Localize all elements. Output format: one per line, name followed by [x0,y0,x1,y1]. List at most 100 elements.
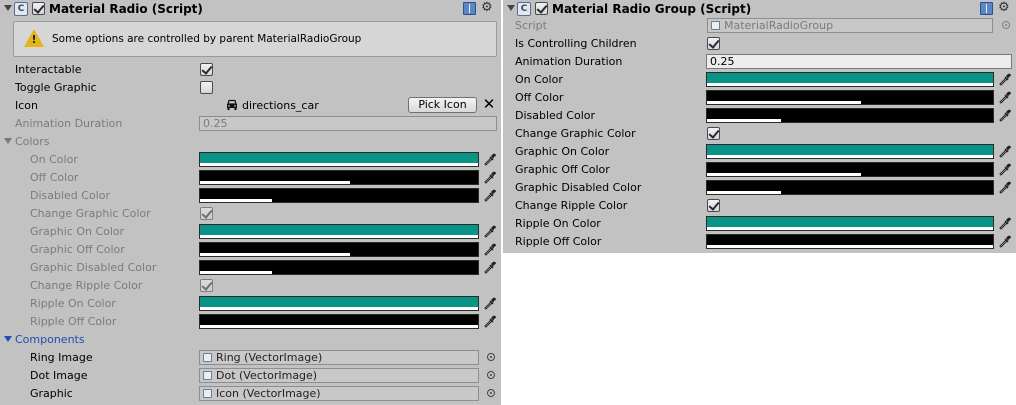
eyedropper-icon[interactable] [483,170,497,185]
vector-image-icon [203,371,212,380]
change-ripple-color-checkbox[interactable] [707,199,720,212]
eyedropper-icon[interactable] [483,260,497,275]
change-graphic-color-checkbox[interactable] [707,127,720,140]
interactable-row: Interactable [0,61,501,79]
graphic-field[interactable]: Icon (VectorImage) [199,386,479,401]
eyedropper-icon[interactable] [998,108,1012,123]
ripple-on-color-field[interactable] [199,296,479,311]
warning-box: ! Some options are controlled by parent … [13,21,497,57]
change-graphic-color-label: Change Graphic Color [515,127,636,140]
object-picker-icon [1002,21,1010,29]
toggle-graphic-row: Toggle Graphic [0,79,501,97]
on-color-label: On Color [515,73,563,86]
change-ripple-color-row: Change Ripple Color [503,197,1016,215]
animation-duration-field[interactable]: 0.25 [199,116,497,131]
eyedropper-icon[interactable] [998,144,1012,159]
graphic-disabled-color-field[interactable] [199,260,479,275]
graphic-disabled-color-field[interactable] [706,180,994,195]
gear-icon[interactable]: ⚙ [998,0,1010,16]
icon-label: Icon [15,99,38,112]
component-title: Material Radio Group (Script) [552,2,752,16]
help-book-icon[interactable] [463,2,476,15]
eyedropper-icon[interactable] [483,296,497,311]
change-graphic-color-row: Change Graphic Color [0,205,501,223]
eyedropper-icon[interactable] [998,216,1012,231]
collapse-icon[interactable] [4,5,12,11]
is-controlling-children-checkbox[interactable] [707,37,720,50]
help-book-icon[interactable] [980,2,993,15]
collapse-icon[interactable] [507,5,515,11]
gear-icon[interactable]: ⚙ [481,0,493,16]
animation-duration-field[interactable]: 0.25 [706,54,1012,69]
disabled-color-label: Disabled Color [30,189,111,202]
ring-image-field[interactable]: Ring (VectorImage) [199,350,479,365]
alpha-fill [707,173,862,176]
graphic-on-color-field[interactable] [706,144,994,159]
interactable-checkbox[interactable] [200,63,213,76]
eyedropper-icon[interactable] [483,242,497,257]
object-picker-icon[interactable] [487,371,495,379]
ripple-off-color-field[interactable] [706,234,994,249]
component-title: Material Radio (Script) [49,2,203,16]
graphic-off-color-field[interactable] [199,242,479,257]
ripple-on-color-row: Ripple On Color [0,295,501,313]
graphic-off-color-label: Graphic Off Color [515,163,610,176]
toggle-graphic-checkbox[interactable] [200,81,213,94]
change-graphic-color-checkbox[interactable] [200,207,213,220]
alpha-bar [200,163,478,166]
graphic-on-color-label: Graphic On Color [515,145,610,158]
off-color-field[interactable] [706,90,994,105]
eyedropper-icon[interactable] [483,314,497,329]
ripple-off-color-field[interactable] [199,314,479,329]
components-foldout[interactable]: Components [0,331,501,349]
object-picker-icon[interactable] [487,353,495,361]
script-field: MaterialRadioGroup [707,18,993,33]
off-color-label: Off Color [30,171,79,184]
component-header[interactable]: C Material Radio Group (Script) ⚙ [503,0,1016,18]
disabled-color-field[interactable] [199,188,479,203]
interactable-label: Interactable [15,63,82,76]
foldout-arrow-icon[interactable] [4,336,12,342]
ring-image-row: Ring Image Ring (VectorImage) [0,349,501,367]
dot-image-field[interactable]: Dot (VectorImage) [199,368,479,383]
graphic-on-color-field[interactable] [199,224,479,239]
on-color-row: On Color [503,71,1016,89]
animation-duration-row: Animation Duration 0.25 [0,115,501,133]
alpha-bar [707,173,993,176]
colors-foldout[interactable]: Colors [0,133,501,151]
eyedropper-icon[interactable] [483,224,497,239]
eyedropper-icon[interactable] [998,72,1012,87]
disabled-color-label: Disabled Color [515,109,596,122]
off-color-field[interactable] [199,170,479,185]
eyedropper-icon[interactable] [998,234,1012,249]
disabled-color-field[interactable] [706,108,994,123]
eyedropper-icon[interactable] [483,152,497,167]
foldout-arrow-icon[interactable] [4,138,12,144]
components-section-label: Components [15,333,85,346]
on-color-field[interactable] [199,152,479,167]
ripple-on-color-field[interactable] [706,216,994,231]
component-enabled-checkbox[interactable] [535,2,548,15]
on-color-field[interactable] [706,72,994,87]
graphic-off-color-field[interactable] [706,162,994,177]
off-color-label: Off Color [515,91,564,104]
clear-icon-button[interactable]: ✕ [482,97,496,113]
eyedropper-icon[interactable] [998,180,1012,195]
icon-name: directions_car [242,99,319,112]
car-icon [227,99,237,110]
alpha-fill [200,253,351,256]
object-picker-icon[interactable] [487,389,495,397]
component-header[interactable]: C Material Radio (Script) ⚙ [0,0,501,18]
ripple-on-color-label: Ripple On Color [30,297,116,310]
alpha-bar [707,191,993,194]
eyedropper-icon[interactable] [483,188,497,203]
component-enabled-checkbox[interactable] [32,2,45,15]
eyedropper-icon[interactable] [998,90,1012,105]
pick-icon-button[interactable]: Pick Icon [408,97,477,113]
dot-image-label: Dot Image [30,369,88,382]
graphic-on-color-label: Graphic On Color [30,225,125,238]
script-row: Script MaterialRadioGroup [503,17,1016,35]
eyedropper-icon[interactable] [998,162,1012,177]
alpha-bar [200,199,478,202]
change-ripple-color-checkbox[interactable] [200,279,213,292]
